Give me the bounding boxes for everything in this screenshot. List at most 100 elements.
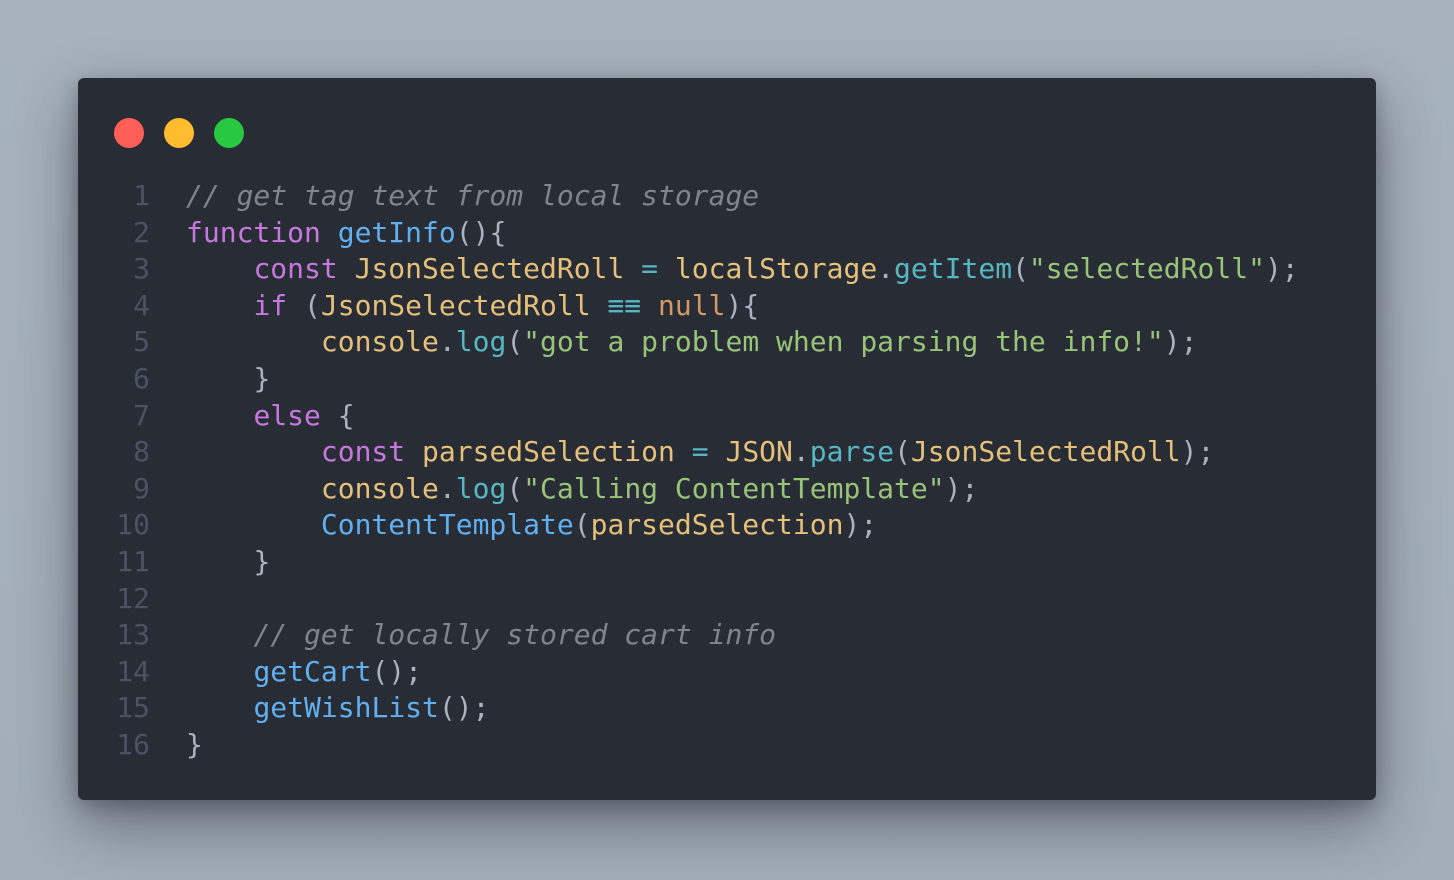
- line-number: 14: [116, 654, 150, 688]
- line-source: console.log("Calling ContentTemplate");: [186, 471, 978, 508]
- line-source: getWishList();: [186, 690, 489, 727]
- line-source: console.log("got a problem when parsing …: [186, 324, 1198, 361]
- maximize-dot-icon[interactable]: [214, 118, 244, 148]
- line-number: 4: [133, 288, 150, 322]
- code-token-method: log: [455, 471, 507, 505]
- line-source: // get locally stored cart info: [186, 617, 776, 654]
- code-token-null: null: [658, 288, 726, 322]
- code-token-var: parsedSelection: [590, 508, 844, 542]
- line-number: 16: [116, 727, 150, 761]
- code-token-punct: (: [573, 508, 591, 542]
- line-number: 9: [133, 471, 150, 505]
- code-line: 8 const parsedSelection = JSON.parse(Jso…: [78, 434, 1376, 471]
- code-line: 15 getWishList();: [78, 690, 1376, 727]
- code-token-punct: );: [944, 471, 979, 505]
- line-source: function getInfo(){: [186, 215, 506, 252]
- code-token-punct: {: [337, 398, 355, 432]
- code-token-method: getItem: [894, 252, 1013, 286]
- line-number: 12: [116, 581, 150, 615]
- minimize-dot-icon[interactable]: [164, 118, 194, 148]
- code-line: 1 // get tag text from local storage: [78, 178, 1376, 215]
- line-number: 3: [133, 252, 150, 286]
- code-token-comment: // get locally stored cart info: [253, 618, 777, 652]
- code-line: 2 function getInfo(){: [78, 215, 1376, 252]
- line-number: 10: [116, 508, 150, 542]
- code-token-str: "selectedRoll": [1028, 252, 1265, 286]
- code-line: 9 console.log("Calling ContentTemplate")…: [78, 471, 1376, 508]
- code-line: 4 if (JsonSelectedRoll ≡≡ null){: [78, 288, 1376, 325]
- code-window: 1 // get tag text from local storage 2 func…: [78, 78, 1376, 800]
- line-source: if (JsonSelectedRoll ≡≡ null){: [186, 288, 759, 325]
- line-number: 13: [116, 618, 150, 652]
- code-token-var: JsonSelectedRoll: [354, 252, 625, 286]
- code-line: 13 // get locally stored cart info: [78, 617, 1376, 654]
- close-dot-icon[interactable]: [114, 118, 144, 148]
- code-token-punct: .: [438, 325, 456, 359]
- code-token-func: getInfo: [337, 215, 456, 249]
- code-token-punct: );: [1264, 252, 1299, 286]
- code-token-var: JsonSelectedRoll: [910, 435, 1181, 469]
- code-token-punct: }: [253, 361, 271, 395]
- code-token-comment: // get tag text from local storage: [186, 179, 760, 212]
- code-token-punct: );: [843, 508, 878, 542]
- code-line: 10 ContentTemplate(parsedSelection);: [78, 507, 1376, 544]
- line-source: }: [186, 727, 203, 764]
- code-line: 5 console.log("got a problem when parsin…: [78, 324, 1376, 361]
- code-token-punct: ();: [371, 654, 423, 688]
- line-number: 8: [133, 435, 150, 469]
- line-source: ContentTemplate(parsedSelection);: [186, 507, 877, 544]
- code-token-punct: ();: [438, 691, 490, 725]
- line-source: getCart();: [186, 654, 422, 691]
- code-token-punct: (){: [455, 215, 507, 249]
- code-token-str: "got a problem when parsing the info!": [523, 325, 1164, 359]
- line-number: 15: [116, 691, 150, 725]
- code-token-punct: (: [506, 325, 524, 359]
- code-token-punct: .: [792, 435, 810, 469]
- code-line: 14 getCart();: [78, 654, 1376, 691]
- code-token-punct: (: [304, 288, 321, 322]
- code-token-punct: (: [506, 471, 524, 505]
- code-token-keyword: const: [320, 435, 406, 469]
- line-source: else {: [186, 398, 355, 435]
- code-token-var: localStorage: [674, 252, 878, 286]
- code-line: 7 else {: [78, 398, 1376, 435]
- line-source: const parsedSelection = JSON.parse(JsonS…: [186, 434, 1215, 471]
- code-token-var: JSON: [725, 435, 793, 469]
- code-token-keyword: function: [186, 215, 321, 249]
- code-block: 1 // get tag text from local storage 2 func…: [78, 178, 1376, 764]
- window-controls: [114, 118, 244, 148]
- code-line: 16}: [78, 727, 1376, 764]
- line-number: 11: [116, 544, 150, 578]
- code-token-punct: ){: [725, 288, 760, 322]
- line-source: }: [186, 544, 270, 581]
- code-token-func: getWishList: [253, 691, 439, 725]
- code-token-op: =: [691, 435, 709, 469]
- code-token-keyword: const: [253, 252, 338, 286]
- code-token-punct: (: [1012, 252, 1029, 286]
- line-number: 2: [133, 215, 150, 249]
- code-token-punct: .: [877, 252, 895, 286]
- line-source: // get tag text from local storage: [186, 178, 759, 215]
- code-line: 6 }: [78, 361, 1376, 398]
- code-token-keyword: else: [253, 398, 321, 432]
- line-source: const JsonSelectedRoll = localStorage.ge…: [186, 251, 1299, 288]
- code-token-var: console: [320, 471, 439, 505]
- code-token-method: log: [455, 325, 507, 359]
- code-token-op: =: [641, 252, 659, 286]
